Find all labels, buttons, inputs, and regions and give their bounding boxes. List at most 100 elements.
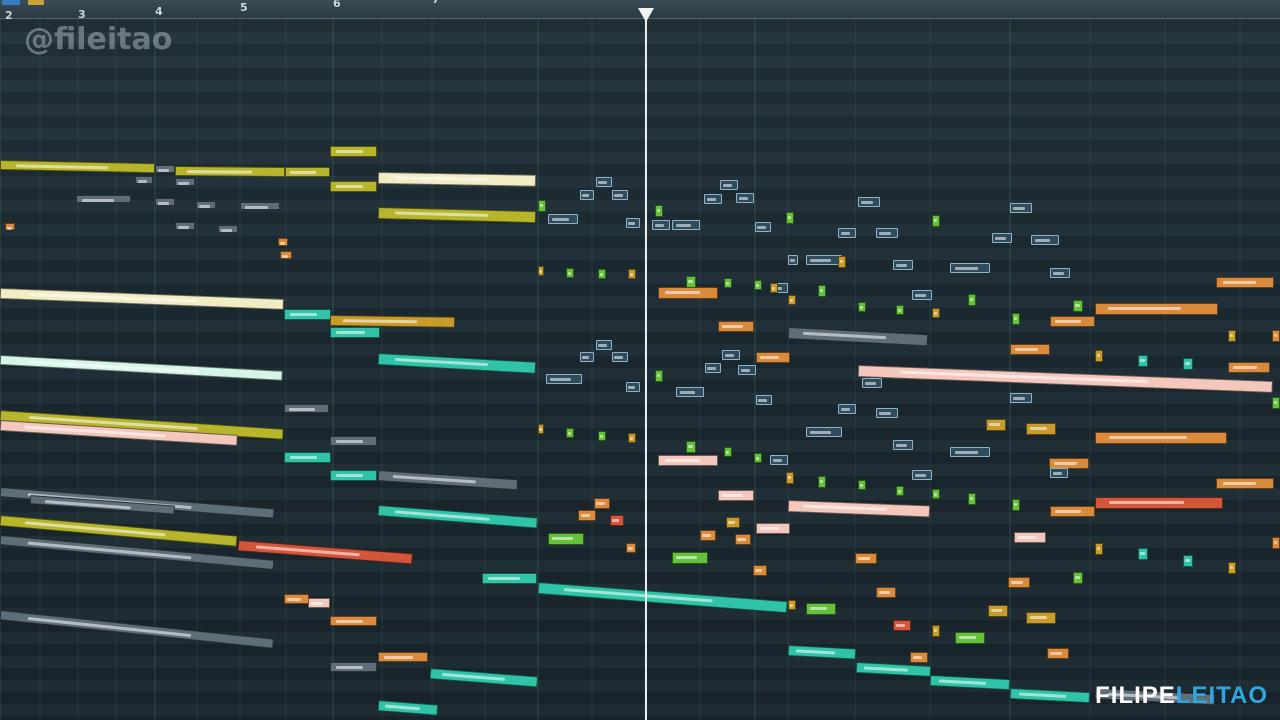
midi-note[interactable] — [655, 205, 663, 217]
midi-note[interactable] — [788, 295, 796, 305]
midi-note[interactable] — [738, 365, 756, 375]
midi-note[interactable] — [596, 340, 612, 350]
midi-note[interactable] — [0, 160, 156, 174]
midi-note[interactable] — [910, 652, 928, 663]
midi-note[interactable] — [378, 652, 428, 662]
midi-note[interactable] — [912, 470, 932, 480]
midi-note[interactable] — [155, 165, 175, 173]
midi-note[interactable] — [756, 395, 772, 405]
midi-note[interactable] — [580, 190, 594, 200]
midi-note[interactable] — [612, 190, 628, 200]
midi-note[interactable] — [932, 308, 940, 318]
midi-note[interactable] — [330, 470, 377, 481]
midi-note[interactable] — [284, 309, 331, 320]
midi-note[interactable] — [548, 533, 584, 545]
midi-note[interactable] — [1228, 562, 1236, 574]
midi-note[interactable] — [1014, 532, 1046, 543]
midi-note[interactable] — [686, 441, 696, 453]
midi-note[interactable] — [1272, 397, 1280, 409]
midi-note[interactable] — [862, 378, 882, 388]
midi-note[interactable] — [330, 436, 377, 446]
midi-note[interactable] — [876, 228, 898, 238]
piano-roll[interactable]: 2 3 4 5 6 7 @fileitao FILIPELEITAO — [0, 0, 1280, 720]
midi-note[interactable] — [135, 176, 153, 184]
midi-note[interactable] — [240, 202, 280, 210]
midi-note[interactable] — [175, 222, 195, 230]
midi-note[interactable] — [1095, 432, 1227, 444]
midi-note[interactable] — [377, 207, 537, 224]
midi-note[interactable] — [1026, 612, 1056, 624]
midi-note[interactable] — [724, 447, 732, 457]
midi-note[interactable] — [566, 428, 574, 438]
midi-note[interactable] — [580, 352, 594, 362]
midi-note[interactable] — [1095, 543, 1103, 555]
midi-note[interactable] — [330, 327, 380, 338]
midi-note[interactable] — [736, 193, 754, 203]
midi-note[interactable] — [155, 198, 175, 206]
midi-note[interactable] — [950, 447, 990, 457]
midi-note[interactable] — [932, 215, 940, 227]
midi-note[interactable] — [1183, 555, 1193, 567]
midi-note[interactable] — [988, 605, 1008, 617]
midi-note[interactable] — [0, 610, 275, 649]
midi-note[interactable] — [986, 419, 1006, 431]
midi-note[interactable] — [1010, 203, 1032, 213]
midi-note[interactable] — [756, 352, 790, 363]
midi-note[interactable] — [1010, 393, 1032, 403]
midi-note[interactable] — [329, 315, 456, 328]
midi-note[interactable] — [1095, 303, 1218, 315]
midi-note[interactable] — [538, 266, 544, 276]
midi-note[interactable] — [876, 587, 896, 598]
midi-note[interactable] — [0, 288, 285, 310]
midi-note[interactable] — [1272, 330, 1280, 342]
midi-note[interactable] — [704, 194, 722, 204]
midi-note[interactable] — [658, 455, 718, 466]
midi-note[interactable] — [753, 565, 767, 576]
midi-note[interactable] — [788, 255, 798, 265]
midi-note[interactable] — [855, 553, 877, 564]
midi-note[interactable] — [655, 370, 663, 382]
midi-note[interactable] — [1216, 277, 1274, 288]
midi-note[interactable] — [658, 287, 718, 299]
midi-note[interactable] — [806, 427, 842, 437]
midi-note[interactable] — [628, 269, 636, 279]
midi-note[interactable] — [1009, 688, 1091, 704]
midi-note[interactable] — [686, 276, 696, 288]
midi-note[interactable] — [1095, 350, 1103, 362]
midi-note[interactable] — [720, 180, 738, 190]
midi-note[interactable] — [788, 600, 796, 610]
midi-note[interactable] — [893, 260, 913, 270]
midi-note[interactable] — [893, 620, 911, 631]
midi-note[interactable] — [1138, 548, 1148, 560]
midi-note[interactable] — [770, 455, 788, 465]
midi-note[interactable] — [955, 632, 985, 644]
midi-note[interactable] — [722, 350, 740, 360]
midi-note[interactable] — [598, 269, 606, 279]
midi-note[interactable] — [950, 263, 990, 273]
midi-note[interactable] — [857, 365, 1273, 393]
midi-note[interactable] — [610, 515, 624, 526]
midi-note[interactable] — [858, 197, 880, 207]
midi-note[interactable] — [0, 355, 283, 381]
midi-note[interactable] — [932, 625, 940, 637]
midi-note[interactable] — [786, 472, 794, 484]
midi-note[interactable] — [932, 489, 940, 499]
midi-note[interactable] — [1095, 497, 1223, 509]
midi-note[interactable] — [76, 195, 131, 203]
midi-note[interactable] — [626, 218, 640, 228]
midi-note[interactable] — [912, 290, 932, 300]
midi-note[interactable] — [786, 212, 794, 224]
midi-note[interactable] — [1050, 316, 1095, 327]
midi-note[interactable] — [858, 302, 866, 312]
midi-note[interactable] — [1008, 577, 1030, 588]
midi-note[interactable] — [672, 552, 708, 564]
midi-note[interactable] — [280, 251, 292, 259]
midi-note[interactable] — [284, 452, 331, 463]
midi-note[interactable] — [838, 228, 856, 238]
midi-note[interactable] — [838, 256, 846, 268]
midi-note[interactable] — [754, 280, 762, 290]
midi-note[interactable] — [1138, 355, 1148, 367]
midi-note[interactable] — [566, 268, 574, 278]
midi-note[interactable] — [755, 222, 771, 232]
midi-note[interactable] — [308, 598, 330, 608]
